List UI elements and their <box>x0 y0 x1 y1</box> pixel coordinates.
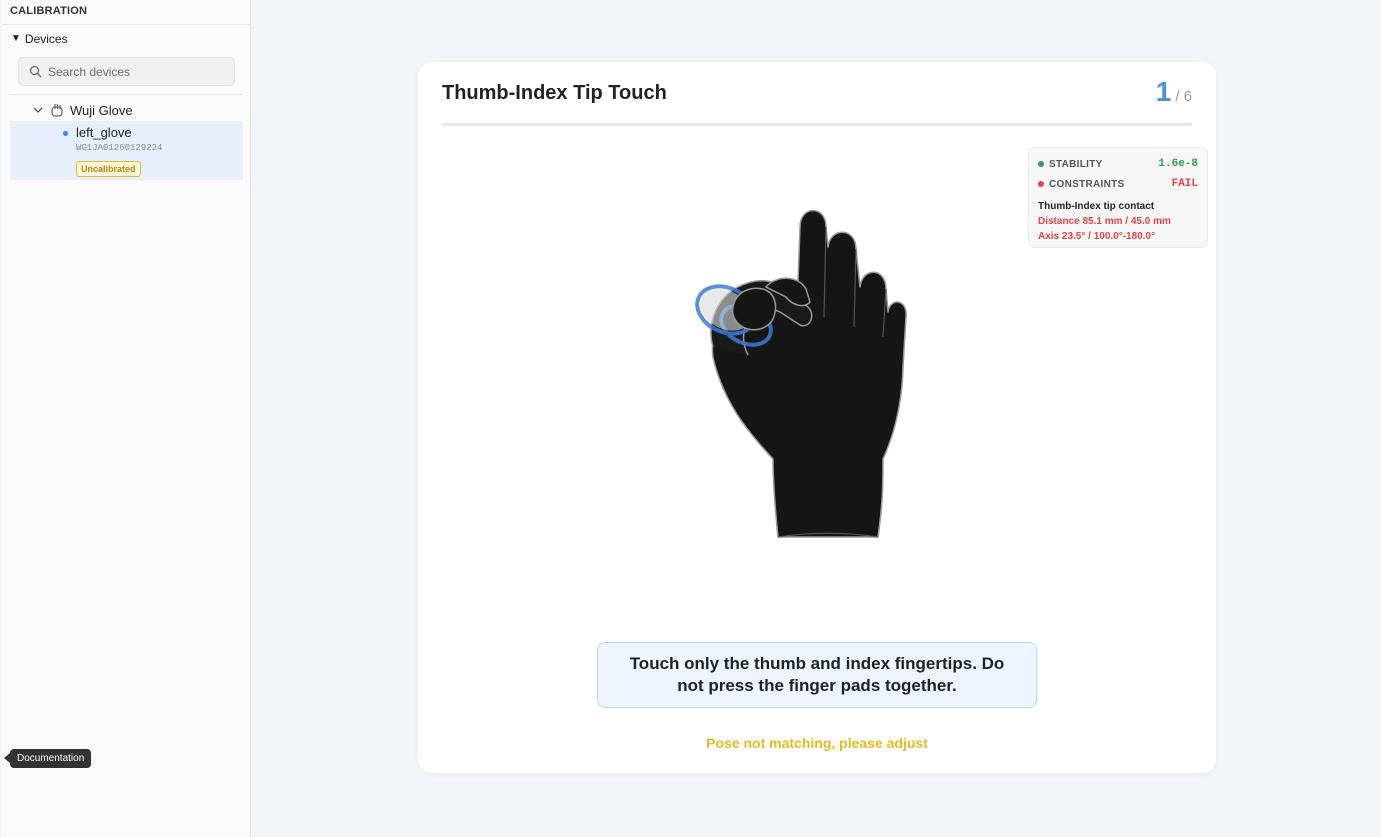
stability-value: 1.6e-8 <box>1158 158 1198 170</box>
documentation-tooltip: Documentation <box>3 749 92 768</box>
calibration-card: Thumb-Index Tip Touch 1 / 6 STABILITY 1.… <box>418 62 1216 773</box>
step-current: 1 <box>1155 76 1172 107</box>
instruction-box: Touch only the thumb and index fingertip… <box>597 642 1037 708</box>
axis-reading: Axis 23.5° / 100.0°-180.0° <box>1038 231 1156 242</box>
glove-pose-illustration <box>695 209 907 538</box>
stability-row: STABILITY 1.6e-8 <box>1038 154 1198 174</box>
search-icon <box>29 65 42 78</box>
constraints-value: FAIL <box>1171 178 1198 190</box>
page-title: Thumb-Index Tip Touch <box>442 82 667 104</box>
search-box[interactable] <box>18 57 235 86</box>
metrics-panel: STABILITY 1.6e-8 CONSTRAINTS FAIL Thumb-… <box>1028 147 1208 248</box>
constraint-detail: Thumb-Index tip contact Distance 85.1 mm… <box>1038 199 1198 244</box>
status-badge: Uncalibrated <box>76 161 141 177</box>
status-dot-icon <box>1038 181 1044 187</box>
chevron-down-icon[interactable] <box>32 104 44 116</box>
step-counter: 1 / 6 <box>1156 76 1192 108</box>
stability-label: STABILITY <box>1049 158 1103 170</box>
constraints-label: CONSTRAINTS <box>1049 178 1125 190</box>
hand-icon <box>51 104 63 117</box>
caret-down-icon: ▼ <box>11 33 21 44</box>
tree-group-wuji-glove[interactable]: Wuji Glove <box>32 100 133 120</box>
constraints-row: CONSTRAINTS FAIL <box>1038 174 1198 194</box>
search-input[interactable] <box>48 64 218 79</box>
sidebar-title: CALIBRATION <box>2 0 250 25</box>
pose-status-text: Pose not matching, please adjust <box>706 735 928 751</box>
device-name: left_glove <box>76 125 132 140</box>
devices-label: Devices <box>24 31 68 46</box>
divider <box>10 94 243 95</box>
devices-section-toggle[interactable]: ▼ Devices <box>2 26 250 48</box>
step-total: / 6 <box>1175 88 1192 105</box>
status-dot-icon <box>1038 161 1044 167</box>
sidebar: CALIBRATION ▼ Devices Wuji Glove left_gl… <box>2 0 251 837</box>
group-name: Wuji Glove <box>70 102 133 118</box>
distance-reading: Distance 85.1 mm / 45.0 mm <box>1038 216 1171 227</box>
progress-bar <box>442 123 1192 126</box>
connection-dot-icon <box>63 131 68 136</box>
device-item-left-glove[interactable]: left_glove WG1JA01260129224 Uncalibrated <box>10 121 243 180</box>
detail-title: Thumb-Index tip contact <box>1038 201 1155 212</box>
device-serial: WG1JA01260129224 <box>76 143 163 153</box>
